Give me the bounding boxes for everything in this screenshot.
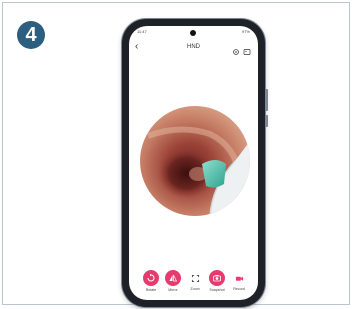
zoom-icon (188, 272, 202, 285)
video-icon (232, 272, 246, 285)
rotate-icon (143, 270, 159, 286)
record-button[interactable]: Record (229, 272, 249, 291)
snapshot-button[interactable]: Snapshot (207, 270, 227, 292)
mirror-button[interactable]: Mirror (163, 270, 183, 292)
instruction-frame: 4 11:47 97% ‹ HND Rotate Mirror Zoom Sna… (2, 2, 350, 307)
tool-label: Record (233, 287, 245, 291)
app-navbar: ‹ HND (129, 40, 258, 55)
zoom-button[interactable]: Zoom (185, 272, 205, 291)
rotate-button[interactable]: Rotate (141, 270, 161, 292)
camera-icon (209, 270, 225, 286)
tool-label: Snapshot (209, 288, 225, 292)
status-bar: 11:47 97% (129, 29, 258, 37)
ear-camera-view (140, 106, 250, 216)
settings-icon[interactable] (232, 43, 240, 55)
gallery-icon[interactable] (243, 43, 251, 55)
phone-side-button (265, 115, 268, 127)
phone-mockup: 11:47 97% ‹ HND Rotate Mirror Zoom Snaps… (122, 19, 268, 307)
step-badge: 4 (17, 21, 45, 49)
tool-label: Zoom (190, 287, 200, 291)
phone-side-button (265, 89, 268, 111)
status-time: 11:47 (137, 29, 147, 34)
camera-toolbar: Rotate Mirror Zoom Snapshot Record (129, 270, 258, 300)
mirror-icon (165, 270, 181, 286)
tool-label: Mirror (168, 288, 178, 292)
tool-label: Rotate (145, 288, 157, 292)
status-indicators: 97% (241, 29, 250, 34)
phone-screen: 11:47 97% ‹ HND Rotate Mirror Zoom Snaps… (129, 26, 258, 300)
